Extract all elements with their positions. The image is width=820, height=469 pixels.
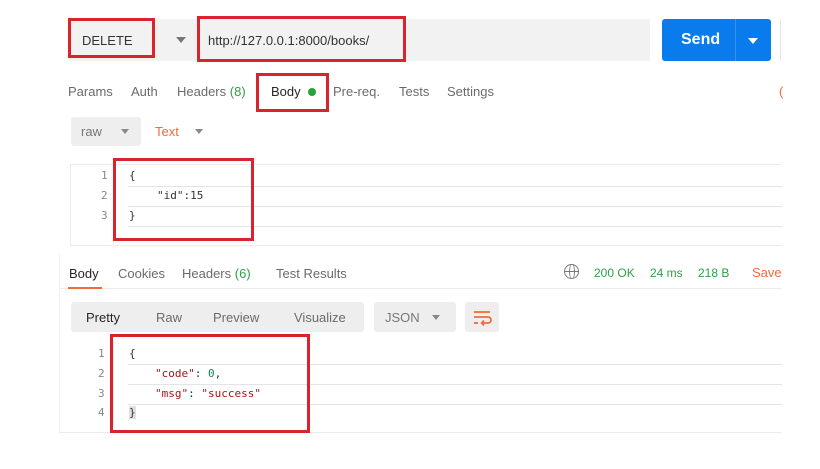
annotation-url [197,16,406,62]
wrap-lines-button[interactable] [465,302,499,332]
toolbar-separator [780,19,781,61]
line-number: 1 [101,169,108,182]
tab-overflow[interactable]: ( [779,84,783,99]
response-tab-body[interactable]: Body [69,266,99,281]
response-tab-headers[interactable]: Headers (6) [182,266,251,281]
globe-icon-meridian [569,264,575,279]
response-tab-test-results[interactable]: Test Results [276,266,347,281]
format-label: JSON [385,310,420,325]
annotation-body-tab [256,73,329,112]
chevron-down-icon[interactable] [176,37,186,43]
annotation-request-body [113,158,254,241]
response-tab-headers-count: (6) [234,266,251,281]
annotation-method [68,18,155,58]
save-response-button[interactable]: Save [752,265,782,280]
body-mode-label: raw [81,124,102,139]
chevron-down-icon [432,315,440,320]
line-number: 2 [98,367,105,380]
view-visualize[interactable]: Visualize [294,310,346,325]
line-number: 3 [98,387,105,400]
response-time[interactable]: 24 ms [650,266,683,280]
send-label: Send [681,31,721,48]
line-number: 3 [101,209,108,222]
view-preview[interactable]: Preview [213,310,259,325]
wrap-lines-icon [474,311,492,327]
send-divider [735,19,736,61]
line-number: 4 [98,406,105,419]
tab-tests[interactable]: Tests [399,84,429,99]
line-number: 1 [98,347,105,360]
chevron-down-icon [195,129,203,134]
response-size[interactable]: 218 B [698,266,729,280]
response-divider [60,288,782,289]
tab-headers-count: (8) [229,84,246,99]
tab-headers-label: Headers [177,84,227,99]
tab-params[interactable]: Params [68,84,113,99]
chevron-down-icon [121,129,129,134]
view-pretty[interactable]: Pretty [86,310,120,325]
active-tab-underline [68,287,102,289]
panel-border [59,254,60,434]
tab-auth[interactable]: Auth [131,84,158,99]
send-options-chevron-icon[interactable] [748,38,758,44]
body-language-select[interactable]: Text [155,124,179,139]
response-tab-cookies[interactable]: Cookies [118,266,165,281]
annotation-response-body [110,334,310,433]
status-code[interactable]: 200 OK [594,266,635,280]
tab-headers[interactable]: Headers (8) [177,84,246,99]
view-raw[interactable]: Raw [156,310,182,325]
tab-settings[interactable]: Settings [447,84,494,99]
response-tab-headers-label: Headers [182,266,232,281]
line-number: 2 [101,189,108,202]
tab-prereq[interactable]: Pre-req. [333,84,380,99]
